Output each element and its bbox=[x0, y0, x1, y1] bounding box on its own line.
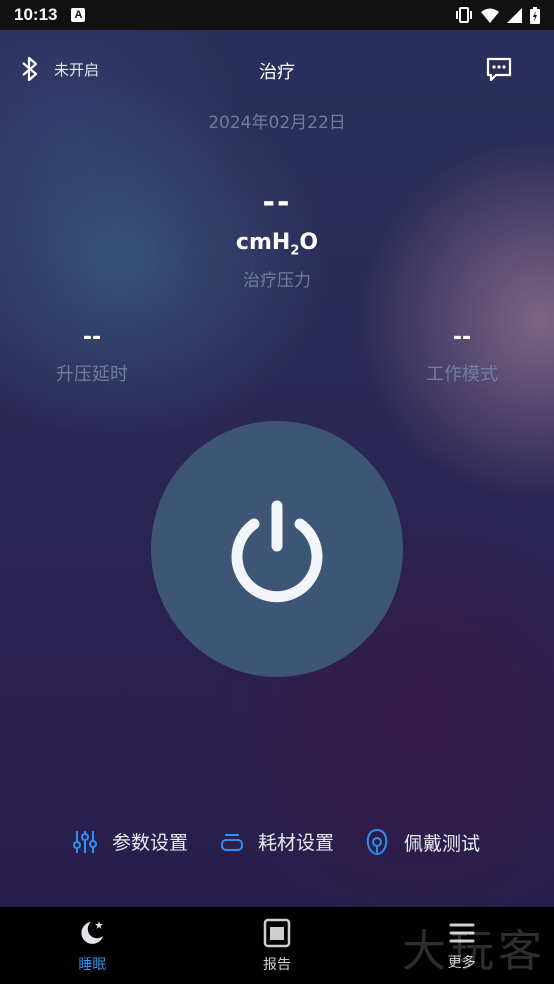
nav-sleep-label: 睡眠 bbox=[78, 956, 107, 973]
wear-test-label: 佩戴测试 bbox=[404, 832, 481, 855]
consumable-settings-button[interactable]: 耗材设置 bbox=[220, 828, 334, 855]
pressure-label: 治疗压力 bbox=[243, 271, 311, 291]
unit-subscript: 2 bbox=[290, 243, 300, 259]
date-label: 2024年02月22日 bbox=[208, 113, 346, 133]
pressure-value: -- bbox=[262, 185, 292, 220]
action-row: 参数设置 耗材设置 佩戴测试 bbox=[0, 828, 554, 864]
wear-test-button[interactable]: 佩戴测试 bbox=[364, 828, 480, 856]
power-icon bbox=[231, 500, 323, 603]
consumable-settings-label: 耗材设置 bbox=[258, 832, 335, 854]
status-time: 10:13 bbox=[14, 5, 58, 24]
work-mode-stat: -- 工作模式 bbox=[392, 325, 532, 386]
message-icon bbox=[486, 57, 512, 82]
report-icon bbox=[263, 918, 291, 947]
watermark: 大玩客 bbox=[402, 926, 546, 977]
nav-sleep[interactable]: 睡眠 bbox=[0, 907, 185, 984]
notification-icon: A bbox=[71, 8, 86, 22]
status-bar: 10:13 A bbox=[0, 0, 554, 30]
boost-delay-value: -- bbox=[82, 325, 102, 350]
boost-delay-stat: -- 升压延时 bbox=[22, 325, 162, 386]
battery-icon bbox=[530, 6, 540, 24]
unit-suffix: O bbox=[299, 230, 319, 255]
param-settings-label: 参数设置 bbox=[112, 832, 189, 854]
wifi-icon bbox=[481, 8, 499, 23]
mask-icon bbox=[366, 828, 388, 856]
page-title: 治疗 bbox=[259, 62, 295, 83]
message-button[interactable] bbox=[486, 56, 512, 86]
work-mode-label: 工作模式 bbox=[426, 364, 498, 385]
work-mode-value: -- bbox=[452, 325, 472, 350]
nav-report-label: 报告 bbox=[263, 956, 291, 973]
vibrate-icon bbox=[456, 7, 472, 23]
top-bar: 未开启 治疗 bbox=[0, 50, 554, 90]
sliders-icon bbox=[73, 830, 97, 853]
power-button[interactable] bbox=[151, 421, 403, 677]
signal-icon bbox=[507, 7, 522, 23]
param-settings-button[interactable]: 参数设置 bbox=[72, 828, 188, 855]
moon-icon bbox=[81, 920, 104, 944]
nav-report[interactable]: 报告 bbox=[185, 907, 370, 984]
status-icons bbox=[455, 6, 540, 24]
consumable-icon bbox=[221, 833, 243, 851]
unit-prefix: cmH bbox=[235, 230, 291, 255]
boost-delay-label: 升压延时 bbox=[56, 364, 128, 385]
pressure-unit: cmH2O bbox=[0, 230, 554, 258]
